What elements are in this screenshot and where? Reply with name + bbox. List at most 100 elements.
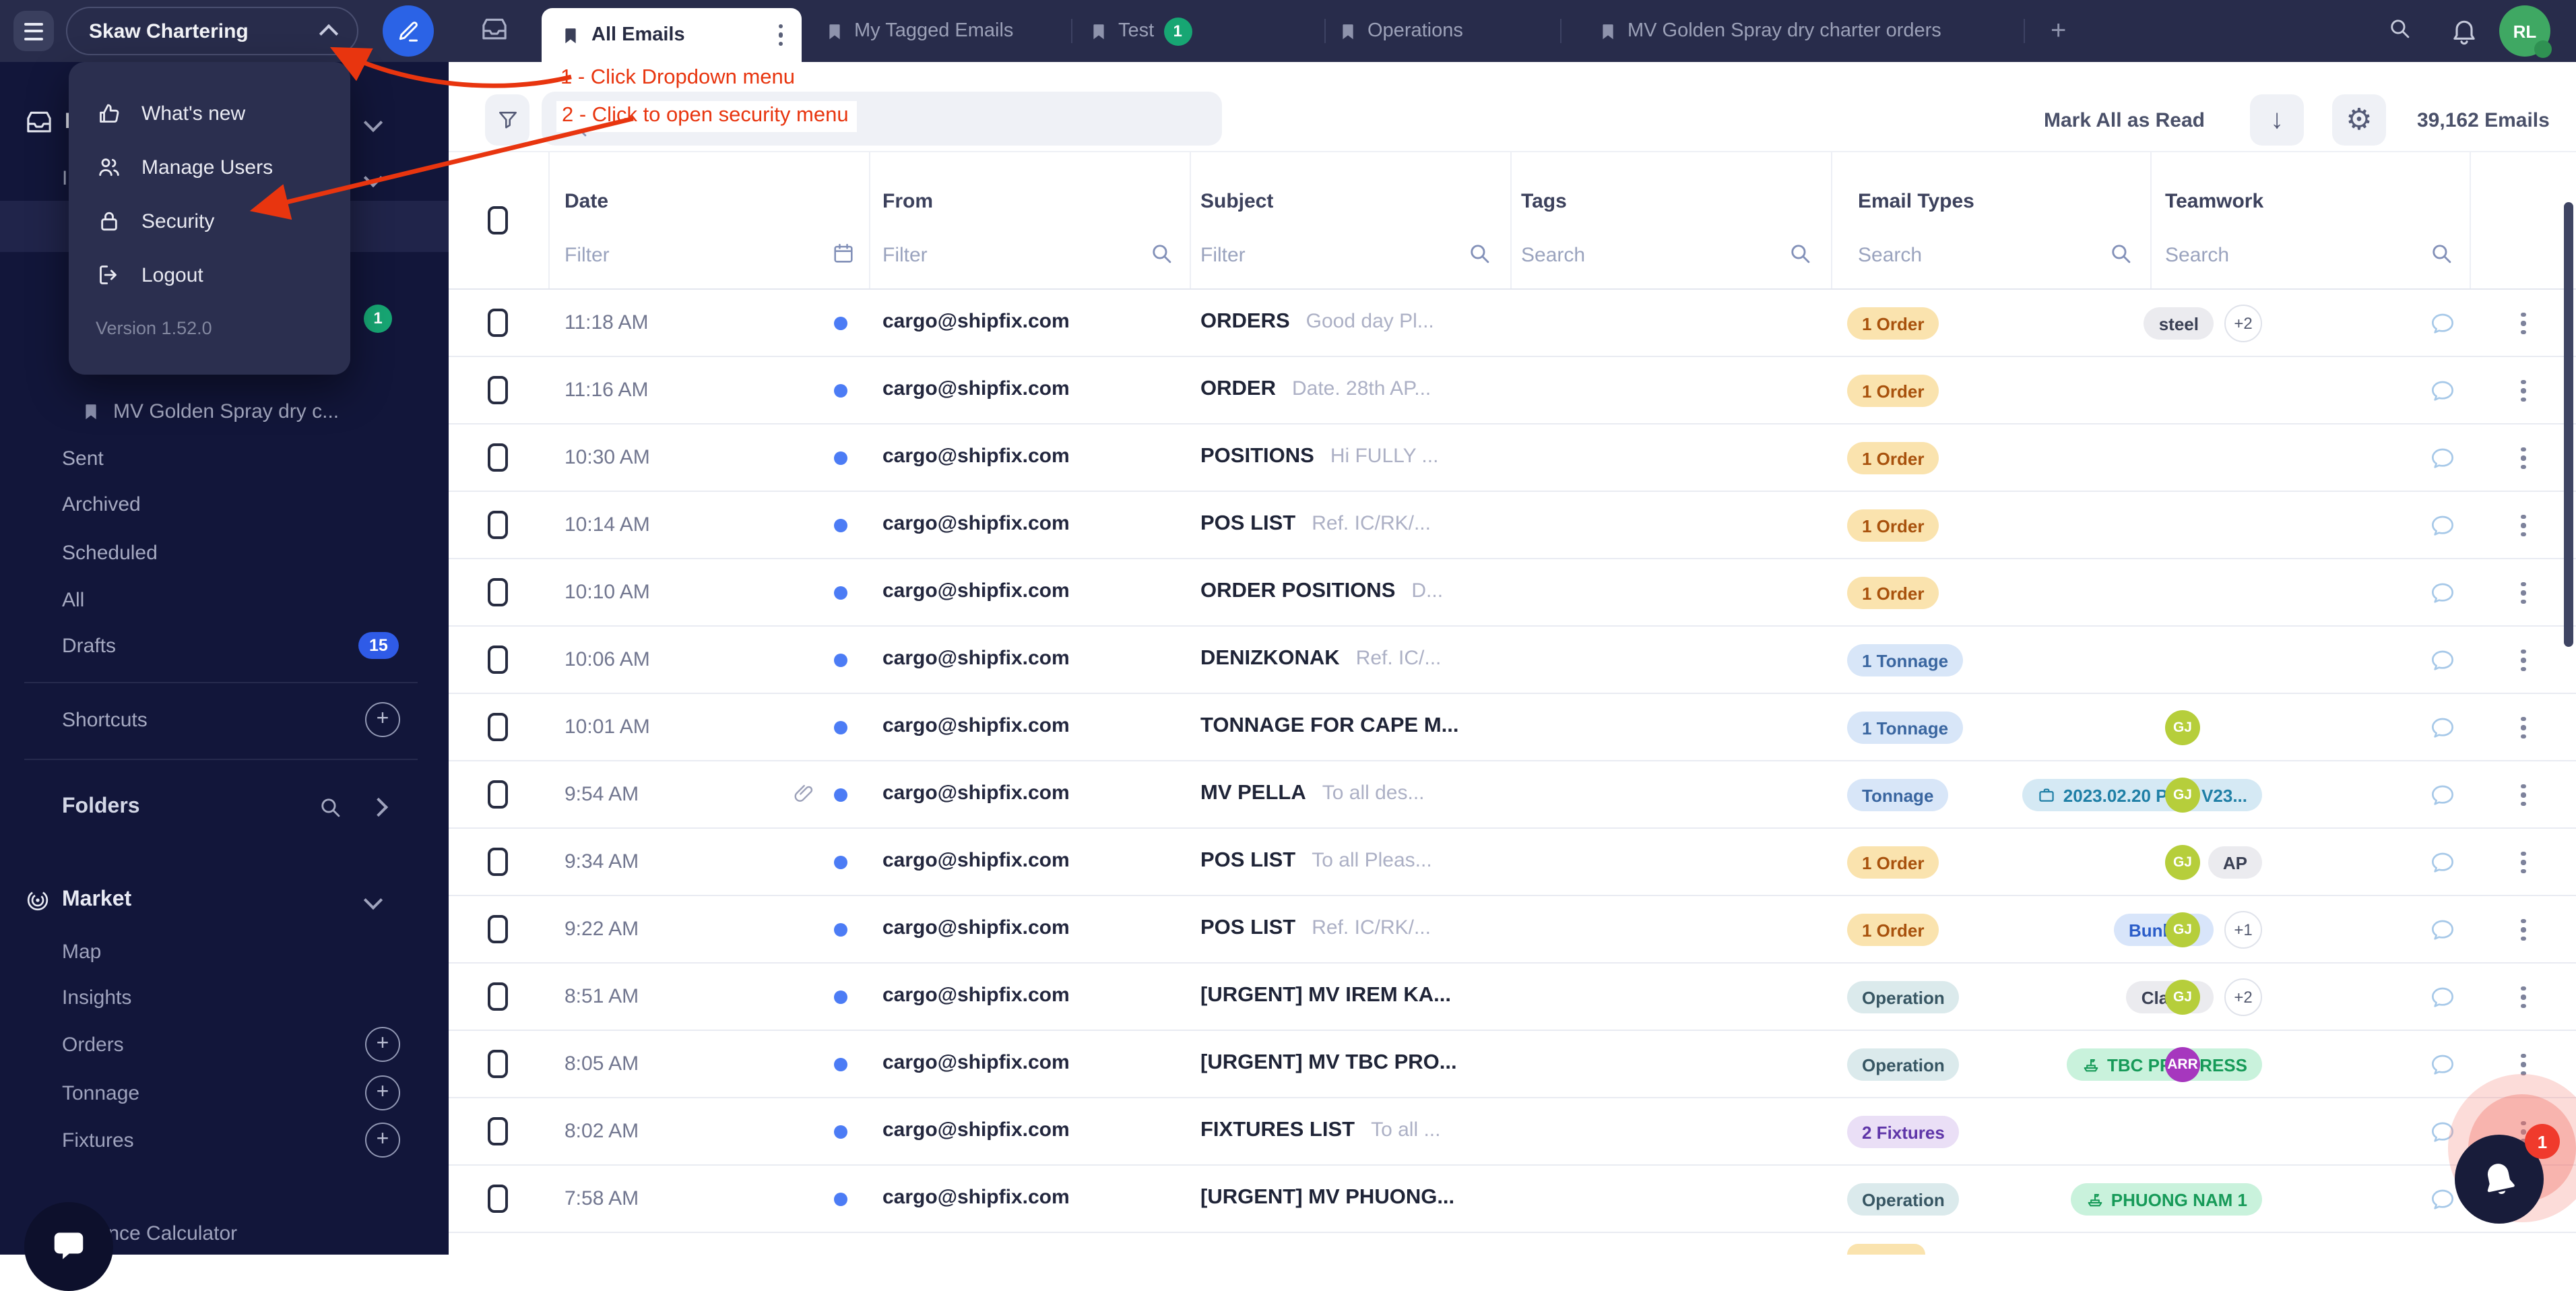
tab-mv-golden-spray-dry-charter-orders[interactable]: MV Golden Spray dry charter orders [1598,0,1941,62]
comment-bubble-icon[interactable] [2429,849,2456,876]
tab-all-emails[interactable]: All Emails [542,8,802,62]
row-checkbox[interactable] [488,780,508,809]
email-type-chip[interactable]: 1 Tonnage [1847,712,1963,744]
email-type-chip[interactable]: 1 Order [1847,442,1939,474]
column-header-teamwork[interactable]: Teamwork [2165,190,2263,213]
menu-item-logout[interactable]: Logout [69,248,350,302]
comment-bubble-icon[interactable] [2429,377,2456,404]
tab-test[interactable]: Test1 [1089,0,1192,62]
column-filter-input[interactable]: Filter [1200,244,1246,267]
row-options-icon[interactable] [2521,647,2525,674]
search-icon[interactable] [2387,16,2412,40]
sidebar-item-tagged-order[interactable]: MV Golden Spray dry c... [0,391,449,431]
comment-bubble-icon[interactable] [2429,916,2456,943]
sidebar-item-drafts[interactable]: Drafts 15 [0,625,449,666]
sidebar-item-tonnage[interactable]: Tonnage+ [0,1073,449,1113]
menu-item-security[interactable]: Security [69,194,350,248]
teamwork-avatar[interactable]: GJ [2165,980,2200,1015]
tag-chip[interactable]: AP [2208,846,2262,879]
row-options-icon[interactable] [2521,849,2525,876]
vertical-scrollbar[interactable] [2564,202,2573,647]
search-icon[interactable] [1149,241,1173,265]
email-type-chip[interactable]: 1 Order [1847,846,1939,879]
row-options-icon[interactable] [2521,445,2525,472]
chat-widget-button[interactable] [24,1202,113,1291]
row-checkbox[interactable] [488,646,508,674]
row-checkbox[interactable] [488,443,508,472]
email-type-chip[interactable]: 2 Fixtures [1847,1116,1960,1148]
column-filter-input[interactable]: Filter [882,244,928,267]
email-type-chip[interactable]: Operation [1847,1048,1960,1081]
column-header-date[interactable]: Date [565,190,608,213]
search-icon[interactable] [1788,241,1812,265]
table-row[interactable]: 7:58 AMcargo@shipfix.com[URGENT] MV PHUO… [449,1166,2576,1233]
row-checkbox[interactable] [488,1117,508,1145]
comment-bubble-icon[interactable] [2429,647,2456,674]
more-tags-badge[interactable]: +2 [2224,978,2262,1016]
teamwork-avatar[interactable]: GJ [2165,912,2200,947]
comment-bubble-icon[interactable] [2429,1186,2456,1213]
sidebar-item-orders[interactable]: Orders+ [0,1024,449,1065]
row-options-icon[interactable] [2521,714,2525,741]
download-button[interactable]: ↓ [2250,94,2304,146]
table-row[interactable]: 8:05 AMcargo@shipfix.com[URGENT] MV TBC … [449,1031,2576,1098]
table-row[interactable]: 10:01 AMcargo@shipfix.comTONNAGE FOR CAP… [449,694,2576,761]
search-icon[interactable] [2429,241,2453,265]
hamburger-menu-button[interactable] [13,11,54,51]
column-filter-input[interactable]: Filter [565,244,610,267]
column-header-email-types[interactable]: Email Types [1858,190,1974,213]
row-checkbox[interactable] [488,376,508,404]
email-type-chip[interactable]: 1 Tonnage [1847,644,1963,676]
new-tab-button[interactable]: + [2051,0,2066,62]
more-tags-badge[interactable]: +1 [2224,911,2262,949]
column-filter-input[interactable]: Search [1858,244,1922,267]
teamwork-avatar[interactable]: GJ [2165,710,2200,745]
sidebar-section-market[interactable]: Market [0,880,449,920]
sidebar-item-insights[interactable]: Insights [0,977,449,1017]
row-checkbox[interactable] [488,915,508,943]
chevron-right-icon[interactable] [369,798,388,817]
row-options-icon[interactable] [2521,512,2525,539]
table-row[interactable]: 10:06 AMcargo@shipfix.comDENIZKONAKRef. … [449,627,2576,694]
search-icon[interactable] [1467,241,1491,265]
add-tonnage-button[interactable]: + [365,1075,400,1110]
table-row[interactable]: 9:22 AMcargo@shipfix.comPOS LISTRef. IC/… [449,896,2576,964]
table-row[interactable]: 9:54 AMcargo@shipfix.comMV PELLATo all d… [449,761,2576,829]
column-filter-input[interactable]: Search [2165,244,2229,267]
table-row[interactable]: 9:34 AMcargo@shipfix.comPOS LISTTo all P… [449,829,2576,896]
row-options-icon[interactable] [2521,377,2525,404]
comment-bubble-icon[interactable] [2429,310,2456,337]
row-checkbox[interactable] [488,1185,508,1213]
row-options-icon[interactable] [2521,310,2525,337]
row-checkbox[interactable] [488,511,508,539]
tab-options-icon[interactable] [778,22,783,49]
teamwork-avatar[interactable]: GJ [2165,845,2200,880]
chevron-down-icon[interactable] [364,891,383,910]
email-type-chip[interactable]: Operation [1847,981,1960,1013]
sidebar-item-fixtures[interactable]: Fixtures+ [0,1120,449,1160]
email-type-chip[interactable]: 1 Order [1847,307,1939,340]
sidebar-item-sent[interactable]: Sent [0,438,449,478]
bell-icon[interactable] [2449,16,2479,46]
settings-button[interactable]: ⚙ [2332,94,2386,146]
row-checkbox[interactable] [488,713,508,741]
table-row[interactable]: 10:30 AMcargo@shipfix.comPOSITIONSHi FUL… [449,424,2576,492]
add-fixture-button[interactable]: + [365,1123,400,1158]
sidebar-item-archived[interactable]: Archived [0,484,449,524]
add-order-button[interactable]: + [365,1027,400,1062]
sidebar-item-scheduled[interactable]: Scheduled [0,532,449,573]
comment-bubble-icon[interactable] [2429,579,2456,606]
tag-chip[interactable]: TBC PROGRESS [2067,1048,2262,1081]
comment-bubble-icon[interactable] [2429,984,2456,1011]
column-header-from[interactable]: From [882,190,933,213]
compose-button[interactable] [383,5,434,57]
sidebar-item-shortcuts[interactable]: Shortcuts + [0,699,449,740]
teamwork-avatar[interactable]: ARR [2165,1047,2200,1082]
search-icon[interactable] [2108,241,2133,265]
row-options-icon[interactable] [2521,916,2525,943]
add-shortcut-button[interactable]: + [365,702,400,737]
tag-chip[interactable]: PHUONG NAM 1 [2071,1183,2262,1216]
tab-operations[interactable]: Operations [1338,0,1463,62]
tag-chip[interactable]: steel [2144,307,2214,340]
email-type-chip[interactable]: Tonnage [1847,779,1948,811]
